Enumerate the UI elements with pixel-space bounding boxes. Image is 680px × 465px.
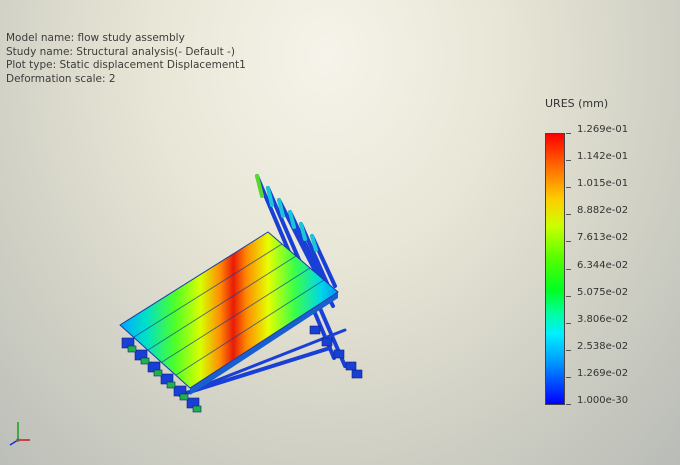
tick-mark: [566, 323, 571, 324]
tick-mark: [566, 377, 571, 378]
legend-tick-2: 1.015e-01: [577, 178, 629, 189]
legend-tick-10: 1.000e-30: [577, 395, 629, 406]
tick-mark: [566, 404, 571, 405]
tick-mark: [566, 187, 571, 188]
legend-tick-7: 3.806e-02: [577, 314, 629, 325]
tick-mark: [566, 214, 571, 215]
legend-tick-0: 1.269e-01: [577, 124, 629, 135]
legend-tick-9: 1.269e-02: [577, 368, 629, 379]
tick-mark: [566, 133, 571, 134]
legend-title: URES (mm): [545, 97, 609, 110]
legend-tick-5: 6.344e-02: [577, 260, 629, 271]
tick-mark: [566, 269, 571, 270]
legend-tick-6: 5.075e-02: [577, 287, 629, 298]
legend-tick-1: 1.142e-01: [577, 151, 629, 162]
tick-mark: [566, 241, 571, 242]
color-scale-bar: [545, 133, 565, 405]
tick-mark: [566, 160, 571, 161]
tick-mark: [566, 350, 571, 351]
legend-tick-8: 2.538e-02: [577, 341, 629, 352]
axis-triad-icon[interactable]: [6, 418, 36, 448]
legend-tick-3: 8.882e-02: [577, 205, 629, 216]
tick-mark: [566, 296, 571, 297]
legend-tick-4: 7.613e-02: [577, 232, 629, 243]
triad-origin: [16, 438, 20, 442]
